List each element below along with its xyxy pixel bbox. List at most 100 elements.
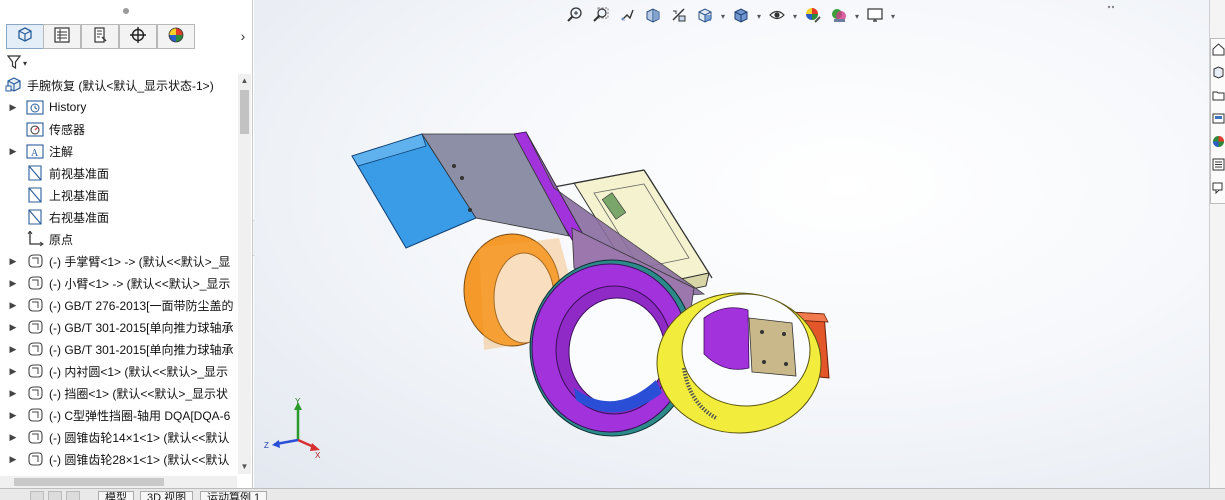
tree-item[interactable]: ▶ (-) 挡圈<1> (默认<<默认>_显示状 <box>0 382 237 404</box>
tree-vertical-scrollbar[interactable]: ▲ ▼ <box>238 74 251 474</box>
solidworks-resources-icon <box>1212 43 1225 59</box>
tab-displaymanager[interactable] <box>157 24 195 49</box>
assembly-icon <box>4 76 24 94</box>
tree-item[interactable]: ▶ (-) 圆锥齿轮28×1<1> (默认<<默认 <box>0 448 237 470</box>
expand-arrow-icon[interactable]: ▶ <box>7 410 19 421</box>
tree-item[interactable]: 前视基准面 <box>0 162 237 184</box>
tree-item[interactable]: 传感器 <box>0 118 237 140</box>
expand-arrow-icon[interactable]: ▶ <box>7 300 19 311</box>
view-orientation-dropdown[interactable]: ▾ <box>718 12 728 21</box>
bottom-tab-bar: 模型 3D 视图 运动算例 1 <box>0 488 1225 500</box>
zoom-to-fit-button[interactable] <box>562 4 588 28</box>
horizontal-scroll-thumb[interactable] <box>14 478 164 486</box>
first-tab-button[interactable] <box>30 491 44 500</box>
plane-icon <box>25 186 45 204</box>
tree-item[interactable]: ▶ (-) 圆锥齿轮14×1<1> (默认<<默认 <box>0 426 237 448</box>
task-tab-custom-properties[interactable] <box>1212 158 1225 174</box>
tree-item-label: 前视基准面 <box>49 166 110 181</box>
task-tab-forum[interactable] <box>1212 181 1225 197</box>
tree-item-label: (-) C型弹性挡圈-轴用 DQA[DQA-6 <box>49 408 231 423</box>
tree-item[interactable]: ▶ (-) 内衬圆<1> (默认<<默认>_显示 <box>0 360 237 382</box>
scroll-up-arrow-icon[interactable]: ▲ <box>238 74 251 88</box>
tree-item[interactable]: ▶ (-) GB/T 301-2015[单向推力球轴承 <box>0 338 237 360</box>
edit-appearance-button[interactable] <box>800 4 826 28</box>
apply-scene-button[interactable] <box>826 4 852 28</box>
scroll-thumb[interactable] <box>240 90 249 134</box>
task-tab-appearances[interactable] <box>1212 135 1225 151</box>
tree-item[interactable]: ▶ (-) C型弹性挡圈-轴用 DQA[DQA-6 <box>0 404 237 426</box>
assembly-model[interactable] <box>344 118 844 448</box>
tree-item[interactable]: 右视基准面 <box>0 206 237 228</box>
manager-tab-bar: › <box>0 22 253 50</box>
apply-scene-dropdown[interactable]: ▾ <box>852 12 862 21</box>
expand-arrow-icon[interactable]: ▶ <box>7 146 19 157</box>
tree-horizontal-scrollbar[interactable] <box>0 476 237 488</box>
tree-item[interactable]: ▶ (-) 手掌臂<1> -> (默认<<默认>_显 <box>0 250 237 272</box>
tree-item-label: (-) 挡圈<1> (默认<<默认>_显示状 <box>49 386 229 401</box>
tab-scroll-right-button[interactable]: › <box>236 27 250 45</box>
tree-filter-button[interactable]: ▾ <box>6 53 34 73</box>
tab-propertymanager[interactable] <box>43 24 81 49</box>
apply-scene-icon <box>830 6 848 27</box>
task-tab-design-library[interactable] <box>1212 66 1225 82</box>
tree-item[interactable]: ▶ (-) GB/T 276-2013[一面带防尘盖的 <box>0 294 237 316</box>
pane-grip[interactable] <box>0 0 253 22</box>
graphics-area[interactable]: ▾ ▾ ▾ ▾ ▾ Y X Z <box>254 0 1209 488</box>
triad-x-label: X <box>315 451 321 458</box>
part-icon <box>25 362 45 380</box>
custom-properties-icon <box>1212 158 1225 174</box>
task-tab-view-palette[interactable] <box>1212 112 1225 128</box>
previous-view-button[interactable] <box>614 4 640 28</box>
view-orientation-button[interactable] <box>692 4 718 28</box>
zoom-to-area-button[interactable] <box>588 4 614 28</box>
dimxpert-icon <box>129 26 147 47</box>
hide-show-dropdown[interactable]: ▾ <box>790 12 800 21</box>
expand-arrow-icon[interactable]: ▶ <box>7 256 19 267</box>
tree-item[interactable]: ▶ A 注解 <box>0 140 237 162</box>
tree-item[interactable]: 上视基准面 <box>0 184 237 206</box>
prev-tab-button[interactable] <box>48 491 62 500</box>
tree-item-label: (-) GB/T 301-2015[单向推力球轴承 <box>49 320 234 335</box>
dynamic-annotation-button[interactable] <box>666 4 692 28</box>
next-tab-button[interactable] <box>66 491 80 500</box>
sensor-icon <box>25 120 45 138</box>
tab-dimxpert[interactable] <box>119 24 157 49</box>
display-style-button[interactable] <box>728 4 754 28</box>
tree-item[interactable]: 原点 <box>0 228 237 250</box>
view-settings-button[interactable] <box>862 4 888 28</box>
tab-model[interactable]: 模型 <box>98 491 134 500</box>
expand-arrow-icon[interactable]: ▶ <box>7 432 19 443</box>
view-settings-dropdown[interactable]: ▾ <box>888 12 898 21</box>
tab-motion-study[interactable]: 运动算例 1 <box>200 491 268 500</box>
expand-arrow-icon[interactable]: ▶ <box>7 454 19 465</box>
tree-root-assembly[interactable]: 手腕恢复 (默认<默认_显示状态-1>) <box>0 74 237 96</box>
part-icon <box>25 340 45 358</box>
tab-featuremanager[interactable] <box>6 24 44 49</box>
tab-3d-views[interactable]: 3D 视图 <box>140 491 194 500</box>
expand-arrow-icon[interactable]: ▶ <box>7 366 19 377</box>
triad-y-label: Y <box>295 398 301 406</box>
part-icon <box>25 406 45 424</box>
expand-arrow-icon[interactable]: ▶ <box>7 388 19 399</box>
tree-item[interactable]: ▶ (-) GB/T 301-2015[单向推力球轴承 <box>0 316 237 338</box>
expand-arrow-icon[interactable]: ▶ <box>7 322 19 333</box>
task-tab-file-explorer[interactable] <box>1212 89 1225 105</box>
hide-show-items-button[interactable] <box>764 4 790 28</box>
expand-arrow-icon[interactable]: ▶ <box>7 278 19 289</box>
tree-item-label: 注解 <box>49 144 74 159</box>
triad-z-label: Z <box>264 441 269 450</box>
display-style-dropdown[interactable]: ▾ <box>754 12 764 21</box>
tree-item-label: (-) GB/T 301-2015[单向推力球轴承 <box>49 342 234 357</box>
featuremanager-icon <box>16 26 34 47</box>
scroll-down-arrow-icon[interactable]: ▼ <box>238 460 251 474</box>
feature-tree: 手腕恢复 (默认<默认_显示状态-1>) ▶ History 传感器 ▶ A 注解前视基准… <box>0 74 237 474</box>
filter-icon <box>6 54 22 73</box>
view-settings-icon <box>866 6 884 27</box>
task-tab-resources[interactable] <box>1212 43 1225 59</box>
tree-item[interactable]: ▶ History <box>0 96 237 118</box>
tree-item[interactable]: ▶ (-) 小臂<1> -> (默认<<默认>_显示 <box>0 272 237 294</box>
section-view-button[interactable] <box>640 4 666 28</box>
expand-arrow-icon[interactable]: ▶ <box>7 102 19 113</box>
tab-configurationmanager[interactable] <box>81 24 119 49</box>
expand-arrow-icon[interactable]: ▶ <box>7 344 19 355</box>
